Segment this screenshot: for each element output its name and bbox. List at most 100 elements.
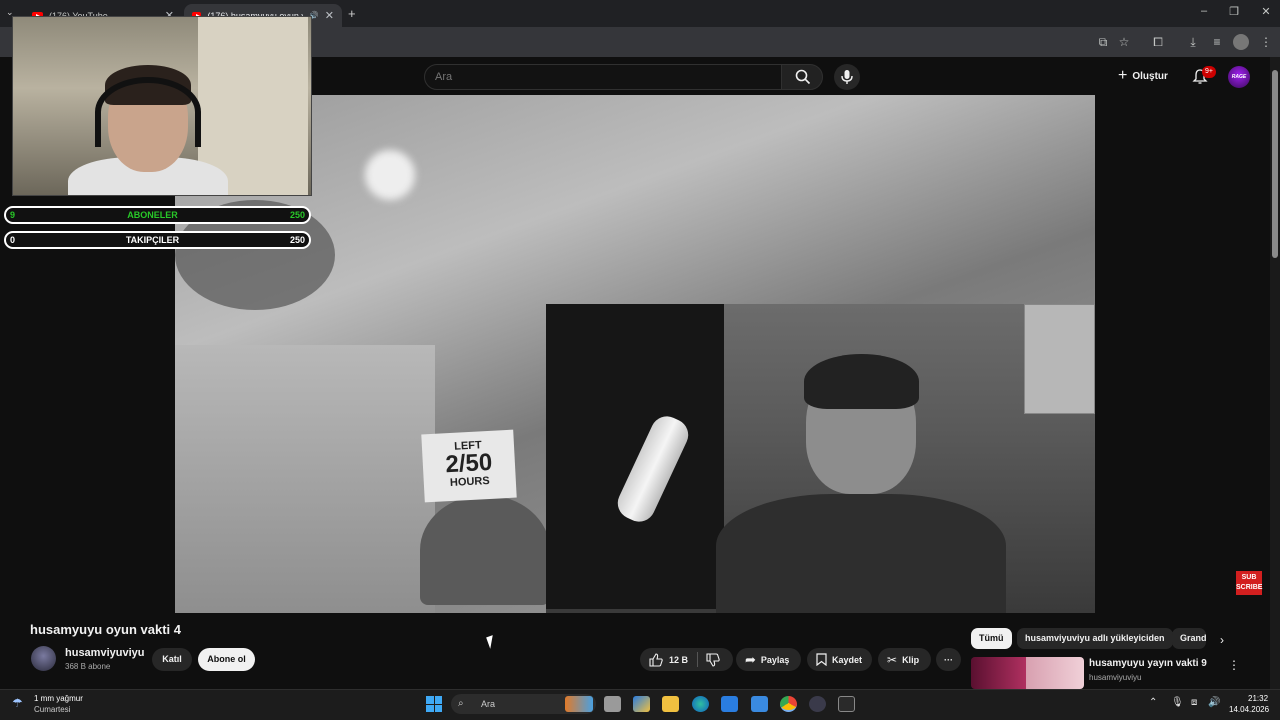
share-label: Paylaş (760, 654, 790, 665)
video-scene-wall (175, 345, 435, 613)
profile-avatar-icon[interactable] (1233, 34, 1249, 50)
microsoft-store-icon[interactable] (721, 696, 738, 712)
weather-day: Cumartesi (34, 705, 71, 714)
bookmark-star-icon[interactable]: ☆ (1116, 34, 1132, 50)
mail-icon[interactable] (751, 696, 768, 712)
monitor-screen (546, 304, 724, 609)
task-view-icon[interactable] (604, 696, 621, 712)
tray-overflow-icon[interactable]: ⌃ (1149, 697, 1157, 708)
account-avatar[interactable]: RAGE (1228, 66, 1250, 88)
volume-icon[interactable]: 🔊 (1208, 697, 1220, 708)
start-tile (434, 696, 442, 704)
clock-date[interactable]: 14.04.2026 (1229, 705, 1269, 714)
recommended-title[interactable]: husamyuyu yayın vakti 9 (1089, 658, 1207, 669)
video-title: husamyuyu oyun vakti 4 (30, 622, 181, 637)
share-icon: ➦ (745, 651, 756, 667)
extensions-icon[interactable]: ⧠ (1150, 34, 1166, 50)
minimize-icon[interactable]: – (1194, 5, 1214, 17)
washing-machine (1024, 304, 1095, 414)
weather-rain-icon[interactable]: ☂ (12, 696, 28, 710)
close-tab-icon[interactable]: ✕ (325, 9, 334, 22)
notification-badge: 9+ (1202, 66, 1216, 78)
dislike-button[interactable] (702, 648, 728, 671)
clip-label: Klip (902, 654, 920, 665)
chevron-right-icon[interactable]: › (1214, 633, 1230, 649)
steam-icon[interactable] (809, 696, 826, 712)
scissors-icon: ✂ (887, 652, 898, 667)
plus-icon: + (1118, 67, 1128, 84)
join-button[interactable]: Katıl (152, 648, 192, 671)
recommended-channel[interactable]: husamviyuviyu (1089, 673, 1141, 682)
mouse-cursor (486, 635, 497, 649)
search-input[interactable] (424, 64, 782, 90)
thumbnail-left-image (971, 657, 1026, 689)
subscribe-watermark-badge[interactable]: SUB SCRIBE (1236, 571, 1262, 595)
person-suit (716, 494, 1006, 613)
video-scene-light (365, 150, 415, 200)
subscriber-count: 368 B abone (65, 662, 111, 671)
file-explorer-icon[interactable] (662, 696, 679, 712)
close-window-icon[interactable]: ✕ (1256, 5, 1276, 18)
chrome-icon[interactable] (780, 696, 797, 712)
person-hair (804, 354, 919, 409)
subscriber-goal-label: ABONELER (127, 210, 178, 220)
chip-grand[interactable]: Grand (1172, 628, 1206, 649)
start-tile (434, 704, 442, 712)
install-app-icon[interactable]: ⧉ (1095, 34, 1111, 50)
create-label: Oluştur (1132, 70, 1168, 82)
media-control-icon[interactable]: ≡ (1209, 34, 1225, 50)
save-label: Kaydet (832, 654, 863, 665)
headset-icon (95, 77, 201, 147)
chip-all[interactable]: Tümü (971, 628, 1012, 649)
follower-goal: 250 (289, 235, 305, 245)
search-icon (795, 69, 811, 85)
chip-from-uploader[interactable]: husamviyuviyu adlı yükleyiciden (1017, 628, 1173, 649)
video-player[interactable]: LEFT 2/50 HOURS (175, 95, 1095, 613)
follower-goal-label: TAKIPÇILER (125, 235, 180, 245)
browser-menu-icon[interactable]: ⋮ (1258, 34, 1274, 50)
network-icon[interactable]: ⧈ (1191, 697, 1197, 708)
more-actions-button[interactable]: ··· (936, 648, 961, 671)
create-button[interactable]: + Oluştur (1118, 65, 1168, 87)
epic-games-icon[interactable] (838, 696, 855, 712)
start-tile (426, 696, 434, 704)
restore-icon[interactable]: ❐ (1224, 5, 1244, 18)
taskbar-search-icon: ⌕ (458, 698, 464, 709)
share-button[interactable]: ➦ Paylaş (736, 648, 801, 671)
like-count: 12 B (669, 654, 689, 665)
recommended-thumbnail[interactable] (971, 657, 1084, 689)
channel-avatar[interactable] (31, 646, 56, 671)
new-tab-button[interactable]: + (348, 6, 356, 21)
streamer-camera-inset (546, 304, 1095, 613)
clip-button[interactable]: ✂ Klip (878, 648, 931, 671)
hours-left-sign: LEFT 2/50 HOURS (421, 429, 517, 503)
microphone-icon (841, 70, 853, 84)
subscribe-button[interactable]: Abone ol (198, 648, 255, 671)
start-button[interactable] (426, 696, 442, 712)
search-highlight-icon[interactable] (565, 696, 593, 712)
channel-name[interactable]: husamviyuviyu (65, 647, 144, 659)
thumbs-up-icon (649, 652, 663, 667)
follower-goal-bar: 0 TAKIPÇILER 250 (4, 231, 311, 249)
like-button[interactable]: 12 B (640, 648, 696, 671)
video-scene-car (420, 495, 550, 605)
microphone-tray-icon[interactable]: 🎙 (1171, 697, 1184, 708)
subscriber-goal: 250 (289, 210, 305, 220)
voice-search-button[interactable] (834, 64, 860, 90)
edge-browser-icon[interactable] (692, 696, 709, 712)
search-button[interactable] (781, 64, 823, 90)
bookmark-icon (816, 653, 827, 666)
save-button[interactable]: Kaydet (807, 648, 872, 671)
recommended-more-icon[interactable]: ⋮ (1226, 658, 1242, 672)
scrollbar-thumb[interactable] (1272, 70, 1278, 258)
webcam-overlay (12, 16, 312, 196)
weather-condition[interactable]: 1 mm yağmur (34, 694, 83, 703)
thumbs-down-icon (706, 653, 720, 667)
subscriber-goal-bar: 9 ABONELER 250 (4, 206, 311, 224)
thumbnail-right-image (1026, 657, 1084, 689)
like-divider (697, 652, 698, 667)
clock-time[interactable]: 21:32 (1248, 694, 1268, 703)
widgets-icon[interactable] (633, 696, 650, 712)
start-tile (426, 704, 434, 712)
download-icon[interactable]: ⤓ (1185, 34, 1201, 50)
